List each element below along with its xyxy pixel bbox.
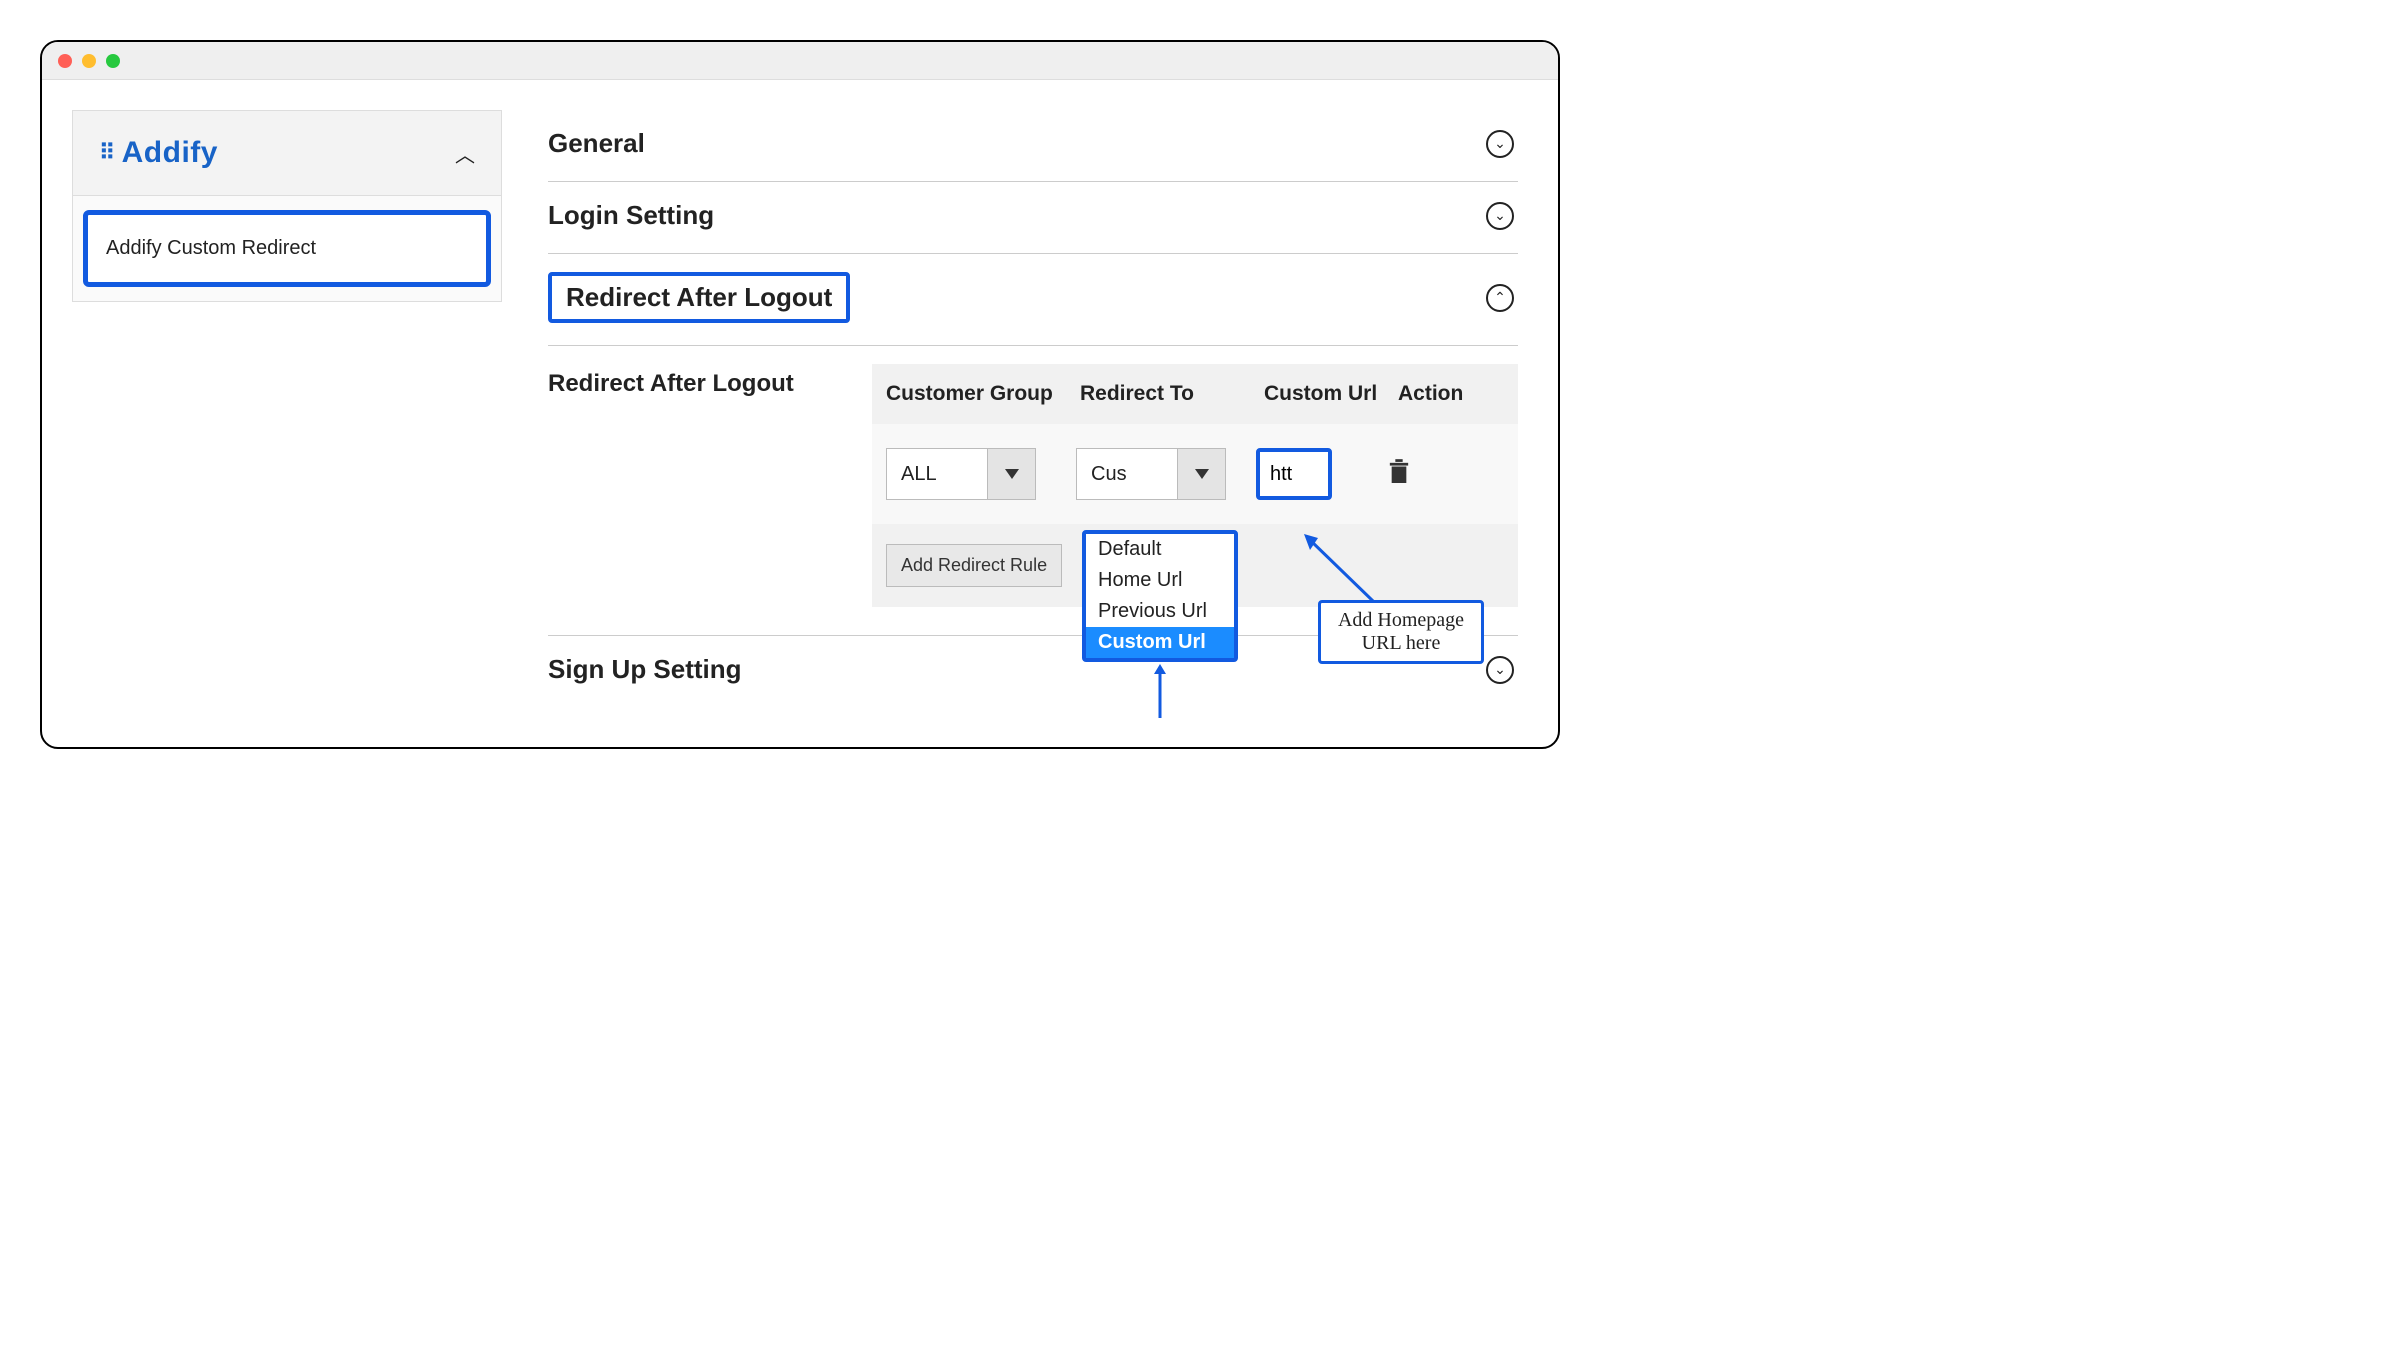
annotation-add-homepage: Add Homepage URL here — [1318, 600, 1484, 664]
trash-icon — [1388, 459, 1410, 485]
table-header-row: Customer Group Redirect To Custom Url Ac… — [872, 364, 1518, 424]
customer-group-value: ALL — [887, 449, 987, 499]
chevron-up-icon: ︿ — [455, 139, 475, 168]
redirect-to-cell: Cus — [1076, 448, 1256, 500]
col-customer-group: Customer Group — [886, 382, 1076, 406]
col-action: Action — [1398, 382, 1498, 406]
dropdown-trigger[interactable] — [987, 449, 1035, 499]
redirect-to-dropdown[interactable]: Default Home Url Previous Url Custom Url — [1082, 530, 1238, 662]
section-login-setting[interactable]: Login Setting ⌄ — [548, 182, 1518, 254]
window-maximize-dot[interactable] — [106, 54, 120, 68]
dropdown-option-previous-url[interactable]: Previous Url — [1086, 596, 1234, 627]
col-custom-url: Custom Url — [1264, 382, 1394, 406]
sidebar-items: Addify Custom Redirect — [72, 196, 502, 302]
add-redirect-rule-button[interactable]: Add Redirect Rule — [886, 544, 1062, 587]
brand-logo: ⠿ Addify — [99, 136, 218, 170]
section-title-login: Login Setting — [548, 200, 714, 231]
window-close-dot[interactable] — [58, 54, 72, 68]
browser-window: ⠿ Addify ︿ Addify Custom Redirect Genera… — [40, 40, 1560, 749]
sidebar-item-label: Addify Custom Redirect — [106, 237, 316, 259]
triangle-down-icon — [1195, 469, 1209, 479]
settings-sidebar: ⠿ Addify ︿ Addify Custom Redirect — [72, 110, 502, 707]
sidebar-item-custom-redirect[interactable]: Addify Custom Redirect — [83, 210, 491, 287]
section-title-general: General — [548, 128, 645, 159]
chevron-down-icon: ⌄ — [1486, 130, 1514, 158]
customer-group-cell: ALL — [886, 448, 1076, 500]
dropdown-option-home-url[interactable]: Home Url — [1086, 565, 1234, 596]
chevron-up-icon: ⌃ — [1486, 284, 1514, 312]
dropdown-option-custom-url[interactable]: Custom Url — [1086, 627, 1234, 658]
sidebar-brand-header[interactable]: ⠿ Addify ︿ — [72, 110, 502, 196]
action-cell — [1386, 459, 1486, 490]
custom-url-cell: htt — [1256, 448, 1386, 500]
col-redirect-to: Redirect To — [1080, 382, 1260, 406]
dropdown-trigger[interactable] — [1177, 449, 1225, 499]
triangle-down-icon — [1005, 469, 1019, 479]
window-titlebar — [42, 42, 1558, 80]
window-minimize-dot[interactable] — [82, 54, 96, 68]
section-general[interactable]: General ⌄ — [548, 110, 1518, 182]
chevron-down-icon: ⌄ — [1486, 202, 1514, 230]
section-title-logout: Redirect After Logout — [548, 272, 850, 323]
window-body: ⠿ Addify ︿ Addify Custom Redirect Genera… — [42, 80, 1558, 747]
settings-main: General ⌄ Login Setting ⌄ Redirect After… — [548, 110, 1518, 707]
table-row: ALL Cus htt — [872, 424, 1518, 524]
section-redirect-after-logout[interactable]: Redirect After Logout ⌃ — [548, 254, 1518, 346]
delete-row-button[interactable] — [1386, 459, 1412, 490]
brand-text: Addify — [122, 136, 218, 170]
logout-rules-table: Customer Group Redirect To Custom Url Ac… — [872, 364, 1518, 607]
chevron-down-icon: ⌄ — [1486, 656, 1514, 684]
annotation-line1: Add Homepage — [1338, 609, 1464, 631]
redirect-to-value: Cus — [1077, 449, 1177, 499]
brand-mark-icon: ⠿ — [99, 140, 116, 166]
custom-url-input[interactable]: htt — [1256, 448, 1332, 500]
customer-group-select[interactable]: ALL — [886, 448, 1036, 500]
annotation-line2: URL here — [1362, 632, 1441, 654]
redirect-to-select[interactable]: Cus — [1076, 448, 1226, 500]
dropdown-option-default[interactable]: Default — [1086, 534, 1234, 565]
annotation-arrow — [1150, 664, 1170, 720]
section-title-signup: Sign Up Setting — [548, 654, 742, 685]
logout-body-label: Redirect After Logout — [548, 364, 848, 607]
logout-section-body: Redirect After Logout Customer Group Red… — [548, 346, 1518, 636]
custom-url-value: htt — [1270, 463, 1292, 486]
annotation-arrow — [1300, 532, 1380, 608]
